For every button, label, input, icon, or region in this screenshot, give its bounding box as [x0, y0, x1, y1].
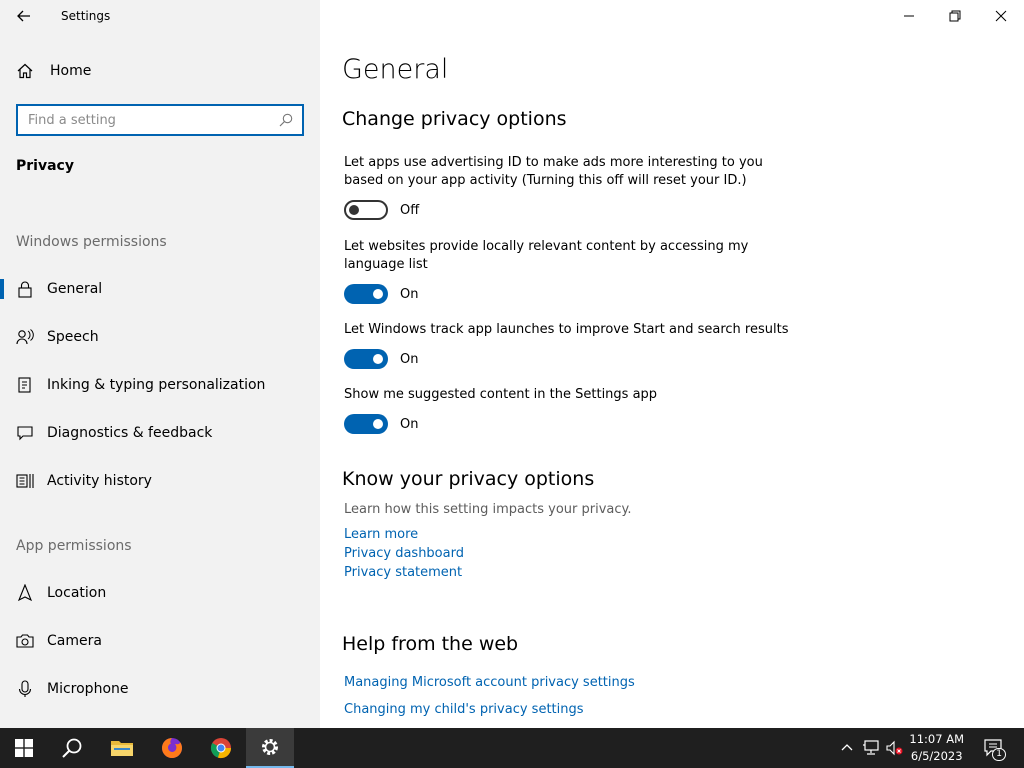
home-label: Home [50, 63, 92, 79]
search-icon [279, 113, 293, 127]
back-button[interactable] [14, 6, 34, 26]
file-explorer-button[interactable] [98, 728, 146, 768]
volume-tray-button[interactable] [885, 728, 905, 768]
sidebar-item-label: Inking & typing personalization [47, 377, 266, 393]
network-tray-button[interactable] [861, 728, 881, 768]
activity-history-icon [16, 472, 34, 490]
sidebar-item-inking-typing[interactable]: Inking & typing personalization [0, 365, 320, 405]
suggested-content-toggle-row: On [344, 414, 418, 434]
volume-muted-icon [886, 740, 903, 756]
home-icon [17, 63, 33, 79]
search-input[interactable] [26, 111, 278, 129]
section-title: Privacy [16, 158, 74, 174]
restore-button[interactable] [932, 0, 978, 32]
privacy-statement-link[interactable]: Privacy statement [344, 565, 462, 580]
sidebar-item-label: General [47, 281, 103, 297]
firefox-button[interactable] [148, 728, 196, 768]
gear-icon [262, 739, 278, 755]
managing-account-privacy-link[interactable]: Managing Microsoft account privacy setti… [344, 675, 635, 690]
start-button[interactable] [0, 728, 48, 768]
know-privacy-heading: Know your privacy options [342, 468, 595, 490]
help-web-heading: Help from the web [342, 633, 519, 655]
advertising-id-toggle[interactable] [344, 200, 388, 220]
minimize-icon [904, 15, 914, 17]
group-label-windows-permissions: Windows permissions [16, 234, 167, 250]
learn-more-link[interactable]: Learn more [344, 527, 418, 542]
privacy-dashboard-link[interactable]: Privacy dashboard [344, 546, 464, 561]
diagnostics-icon [16, 424, 34, 442]
back-arrow-icon [17, 10, 30, 22]
sidebar-item-activity-history[interactable]: Activity history [0, 461, 320, 501]
option-suggested-content-text: Show me suggested content in the Setting… [344, 387, 658, 402]
location-icon [16, 584, 34, 602]
sidebar-item-label: Camera [47, 633, 102, 649]
tray-overflow-button[interactable] [838, 728, 856, 768]
sidebar-item-location[interactable]: Location [0, 573, 320, 613]
sidebar: Settings Home Privacy Windows permission… [0, 0, 320, 728]
language-list-toggle[interactable] [344, 284, 388, 304]
sidebar-item-label: Diagnostics & feedback [47, 425, 213, 441]
search-box[interactable] [16, 104, 304, 136]
group-label-app-permissions: App permissions [16, 538, 132, 554]
toggle-state: On [400, 286, 419, 302]
option-app-launches-text: Let Windows track app launches to improv… [344, 322, 789, 337]
action-center-button[interactable]: 1 [980, 728, 1008, 768]
settings-taskbar-button[interactable] [246, 728, 294, 768]
change-privacy-heading: Change privacy options [342, 108, 567, 130]
taskbar-clock[interactable]: 11:07 AM 6/5/2023 [909, 731, 964, 765]
taskbar: 11:07 AM 6/5/2023 1 [0, 728, 1024, 768]
app-launches-toggle-row: On [344, 349, 418, 369]
app-title: Settings [61, 9, 111, 23]
inking-icon [16, 376, 34, 394]
suggested-content-toggle[interactable] [344, 414, 388, 434]
microphone-icon [16, 680, 34, 698]
sidebar-item-label: Location [47, 585, 107, 601]
sidebar-item-speech[interactable]: Speech [0, 317, 320, 357]
close-button[interactable] [978, 0, 1024, 32]
sidebar-item-diagnostics[interactable]: Diagnostics & feedback [0, 413, 320, 453]
chevron-up-icon [841, 744, 853, 751]
close-icon [995, 10, 1007, 22]
language-list-toggle-row: On [344, 284, 418, 304]
home-button[interactable]: Home [16, 62, 91, 80]
know-privacy-description: Learn how this setting impacts your priv… [344, 502, 632, 517]
app-launches-toggle[interactable] [344, 349, 388, 369]
camera-icon [16, 632, 34, 650]
firefox-icon [162, 738, 182, 758]
network-icon [863, 740, 879, 755]
search-icon [62, 738, 82, 758]
chrome-icon [210, 738, 232, 759]
sidebar-item-general[interactable]: General [0, 269, 320, 309]
windows-logo-icon [15, 739, 33, 757]
sidebar-item-camera[interactable]: Camera [0, 621, 320, 661]
sidebar-item-label: Microphone [47, 681, 129, 697]
toggle-state: On [400, 416, 419, 432]
folder-icon [111, 741, 133, 756]
minimize-button[interactable] [886, 0, 932, 32]
option-advertising-id-text: Let apps use advertising ID to make ads … [344, 155, 763, 188]
option-language-list-text: Let websites provide locally relevant co… [344, 239, 749, 272]
chrome-button[interactable] [197, 728, 245, 768]
toggle-state: On [400, 351, 419, 367]
notification-count-badge: 1 [992, 748, 1006, 761]
sidebar-item-label: Activity history [47, 473, 152, 489]
taskbar-search-button[interactable] [48, 728, 96, 768]
window-controls [886, 0, 1024, 32]
child-privacy-link[interactable]: Changing my child's privacy settings [344, 702, 584, 717]
toggle-state: Off [400, 202, 420, 218]
sidebar-item-microphone[interactable]: Microphone [0, 669, 320, 709]
lock-icon [16, 280, 34, 298]
advertising-id-toggle-row: Off [344, 200, 419, 220]
page-title: General [342, 54, 449, 85]
clock-date: 6/5/2023 [910, 749, 963, 763]
speech-icon [16, 328, 34, 346]
sidebar-item-label: Speech [47, 329, 99, 345]
restore-icon [949, 10, 961, 22]
clock-time: 11:07 AM [909, 732, 964, 746]
